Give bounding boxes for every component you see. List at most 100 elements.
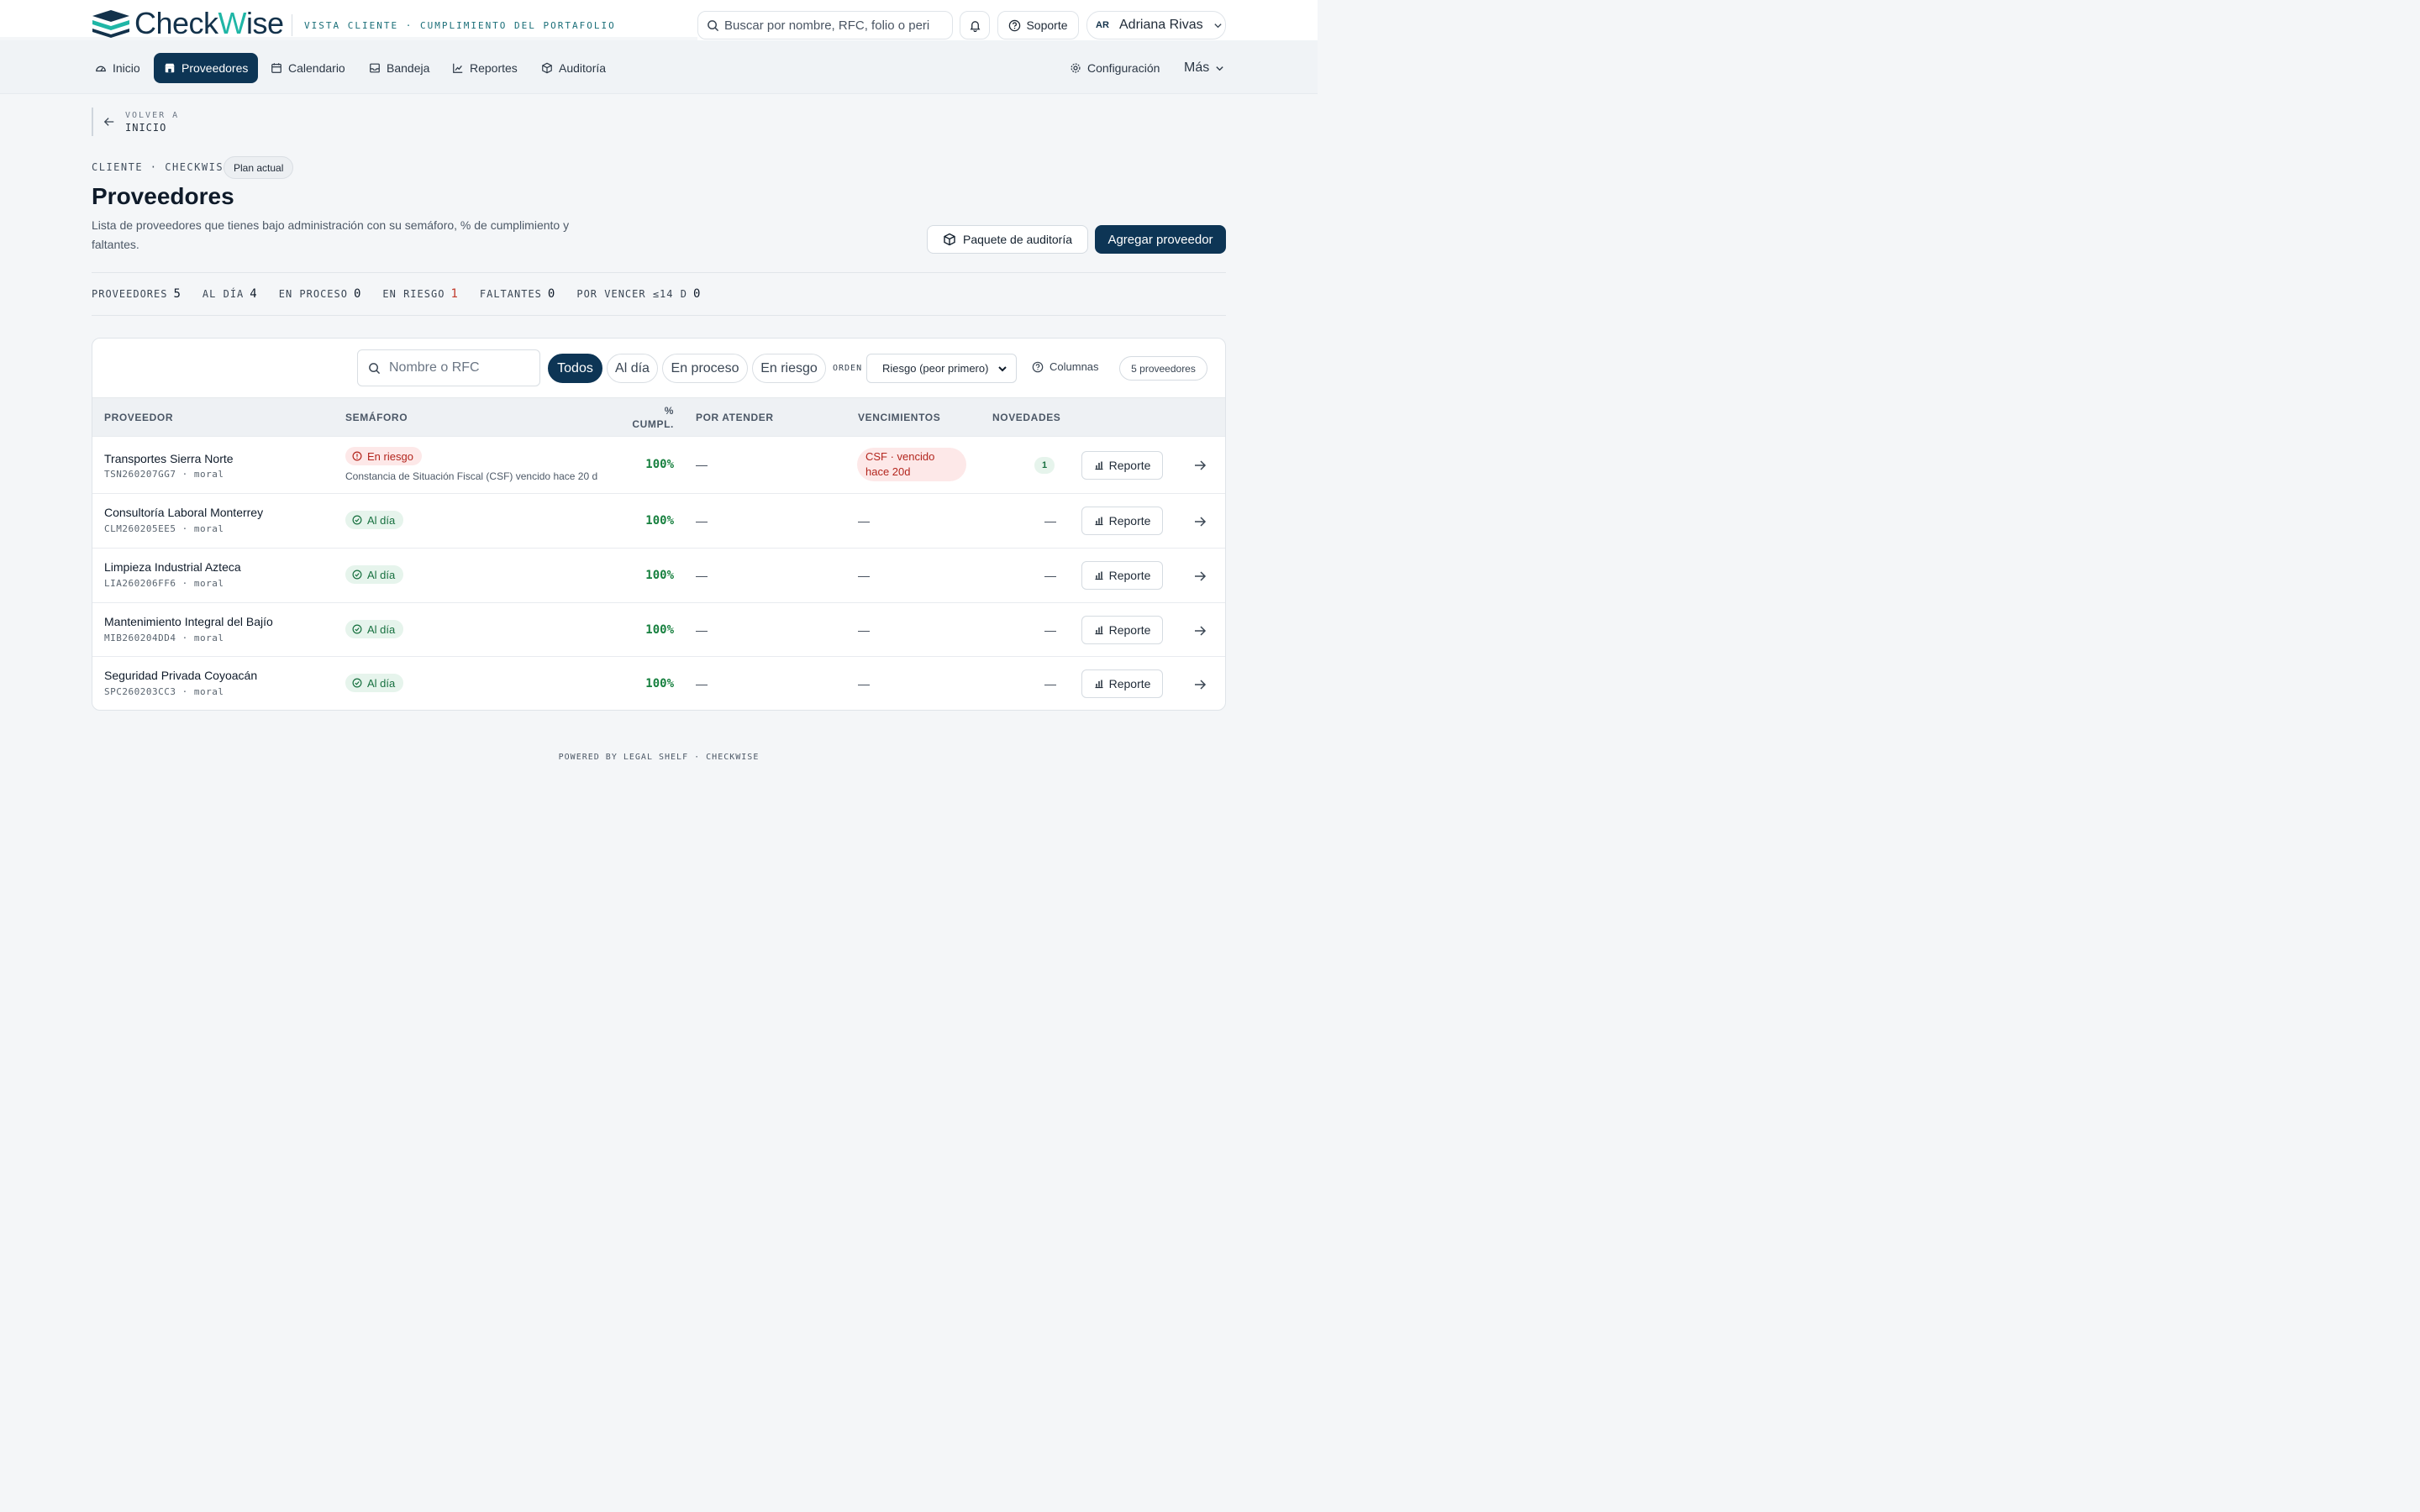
global-search-input[interactable] <box>724 18 943 33</box>
notifications-button[interactable] <box>960 11 990 39</box>
back-link[interactable]: VOLVER A INICIO <box>92 108 179 136</box>
order-select[interactable]: Riesgo (peor primero) <box>866 354 1017 383</box>
th-semaforo[interactable]: SEMÁFORO <box>345 412 408 423</box>
nav-label: Más <box>1184 60 1210 75</box>
stats-divider-bottom <box>92 315 1226 316</box>
chevron-down-icon <box>1213 23 1222 28</box>
compliance-pct: 100% <box>645 569 674 582</box>
provider-search[interactable] <box>357 349 540 386</box>
nav-item-bandeja[interactable]: Bandeja <box>366 53 433 83</box>
report-button[interactable]: Reporte <box>1081 669 1163 698</box>
status-note: Constancia de Situación Fiscal (CSF) ven… <box>345 470 598 482</box>
nav-item-calendario[interactable]: Calendario <box>267 53 349 83</box>
arrow-right-icon[interactable] <box>1193 624 1207 638</box>
footer: POWERED BY LEGAL SHELF · CHECKWISE <box>558 753 760 762</box>
th-expiry[interactable]: VENCIMIENTOS <box>858 412 940 423</box>
compliance-pct: 100% <box>645 514 674 528</box>
bar-chart-icon <box>1095 680 1103 689</box>
add-provider-button[interactable]: Agregar proveedor <box>1095 225 1226 254</box>
expiry-value: — <box>858 514 870 528</box>
plan-badge: Plan actual <box>224 156 294 179</box>
expiry-value: — <box>858 623 870 637</box>
bar-chart-icon <box>1095 461 1103 470</box>
search-icon <box>369 362 381 374</box>
status-label: Al día <box>367 622 396 636</box>
th-pct-line2[interactable]: CUMPL. <box>622 418 674 430</box>
table-row[interactable]: Seguridad Privada Coyoacán SPC260203CC3 … <box>92 656 1225 710</box>
nav-item-configuracion[interactable]: Configuración <box>1066 53 1163 83</box>
nav-label: Bandeja <box>387 61 430 75</box>
dashboard-icon <box>96 66 106 72</box>
news-count-badge: 1 <box>1034 457 1055 474</box>
user-name: Adriana Rivas <box>1119 18 1203 32</box>
stat-en-riesgo: EN RIESGO 1 <box>382 287 458 301</box>
check-circle-icon <box>352 678 362 688</box>
gear-icon <box>1071 63 1081 73</box>
nav-label: Configuración <box>1087 61 1160 75</box>
status-label: Al día <box>367 676 396 690</box>
news-value: — <box>1044 569 1056 582</box>
store-icon <box>165 63 175 73</box>
table-row[interactable]: Limpieza Industrial Azteca LIA260206FF6 … <box>92 548 1225 602</box>
provider-name[interactable]: Mantenimiento Integral del Bajío <box>104 615 273 628</box>
report-button[interactable]: Reporte <box>1081 616 1163 644</box>
audit-package-button[interactable]: Paquete de auditoría <box>927 225 1088 254</box>
nav-label: Reportes <box>470 61 518 75</box>
report-label: Reporte <box>1108 569 1151 582</box>
nav-item-reportes[interactable]: Reportes <box>449 53 521 83</box>
status-label: En riesgo <box>367 449 413 463</box>
providers-table-card: Todos Al día En proceso En riesgo ORDEN … <box>92 338 1226 711</box>
pending-value: — <box>696 458 708 471</box>
filter-todos[interactable]: Todos <box>548 354 602 383</box>
compliance-pct: 100% <box>645 458 674 471</box>
main-nav: Inicio Proveedores Calendario Bandeja Re… <box>0 40 1318 94</box>
provider-name[interactable]: Transportes Sierra Norte <box>104 452 234 465</box>
expiry-value: — <box>858 569 870 582</box>
th-pct-line1[interactable]: % <box>622 405 674 417</box>
filter-en-proceso[interactable]: En proceso <box>662 354 748 383</box>
nav-label: Inicio <box>113 61 140 75</box>
report-button[interactable]: Reporte <box>1081 507 1163 535</box>
th-news[interactable]: NOVEDADES <box>992 412 1060 423</box>
status-label: Al día <box>367 568 396 581</box>
arrow-right-icon[interactable] <box>1193 459 1207 472</box>
box-icon <box>542 62 552 74</box>
th-provider[interactable]: PROVEEDOR <box>104 412 173 423</box>
columns-button[interactable]: Columnas <box>1032 360 1099 373</box>
arrow-right-icon[interactable] <box>1193 678 1207 691</box>
order-select-value: Riesgo (peor primero) <box>882 362 989 375</box>
nav-more-menu[interactable]: Más <box>1181 53 1228 83</box>
report-button[interactable]: Reporte <box>1081 451 1163 480</box>
arrow-right-icon[interactable] <box>1193 515 1207 528</box>
table-row[interactable]: Transportes Sierra Norte TSN260207GG7 · … <box>92 436 1225 493</box>
app-tagline: VISTA CLIENTE · CUMPLIMIENTO DEL PORTAFO… <box>304 20 616 31</box>
table-row[interactable]: Mantenimiento Integral del Bajío MIB2602… <box>92 602 1225 656</box>
news-value: — <box>1044 514 1056 528</box>
checkwise-logo[interactable]: CheckWise <box>91 8 284 39</box>
back-target: INICIO <box>125 121 167 134</box>
report-button[interactable]: Reporte <box>1081 561 1163 590</box>
table-header: PROVEEDOR SEMÁFORO % CUMPL. POR ATENDER … <box>92 397 1225 436</box>
th-pending[interactable]: POR ATENDER <box>696 412 774 423</box>
user-menu[interactable]: AR Adriana Rivas <box>1086 11 1226 39</box>
help-circle-icon <box>1032 361 1044 372</box>
arrow-right-icon[interactable] <box>1193 570 1207 583</box>
provider-name[interactable]: Seguridad Privada Coyoacán <box>104 669 257 682</box>
table-row[interactable]: Consultoría Laboral Monterrey CLM260205E… <box>92 493 1225 548</box>
filter-al-dia[interactable]: Al día <box>607 354 658 383</box>
provider-name[interactable]: Limpieza Industrial Azteca <box>104 560 241 574</box>
global-search[interactable] <box>697 11 953 39</box>
support-label: Soporte <box>1026 18 1068 32</box>
filter-en-riesgo[interactable]: En riesgo <box>752 354 826 383</box>
nav-item-auditoria[interactable]: Auditoría <box>538 53 609 83</box>
nav-item-proveedores[interactable]: Proveedores <box>154 53 259 83</box>
provider-name[interactable]: Consultoría Laboral Monterrey <box>104 506 263 519</box>
stat-en-proceso: EN PROCESO 0 <box>278 287 361 301</box>
stats-bar: PROVEEDORES 5 AL DÍA 4 EN PROCESO 0 EN RIES… <box>92 286 700 302</box>
expiry-badge: CSF · vencido hace 20d <box>857 448 966 481</box>
nav-item-inicio[interactable]: Inicio <box>92 53 144 83</box>
support-button[interactable]: Soporte <box>997 11 1079 39</box>
bar-chart-icon <box>1095 571 1103 580</box>
provider-search-input[interactable] <box>389 360 532 375</box>
report-label: Reporte <box>1108 514 1151 528</box>
